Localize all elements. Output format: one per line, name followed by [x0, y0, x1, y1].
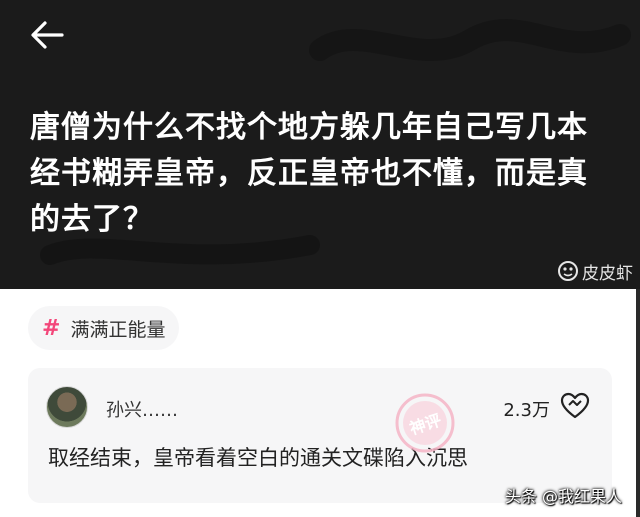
watermark: 头条 @我红果人	[504, 487, 622, 506]
like-icon[interactable]	[560, 392, 590, 420]
comment-username[interactable]: 孙兴……	[106, 396, 178, 422]
screen-edge	[636, 289, 640, 517]
like-count: 2.3万	[503, 400, 550, 421]
avatar[interactable]	[46, 386, 88, 428]
tag-label: 满满正能量	[70, 318, 166, 341]
topic-tag[interactable]: # 满满正能量	[28, 306, 180, 350]
shrimp-logo-icon	[558, 261, 578, 281]
god-comment-stamp: 神评	[395, 393, 455, 453]
back-arrow-icon[interactable]	[30, 20, 64, 50]
brand-logo: 皮皮虾	[557, 258, 633, 284]
brand-name: 皮皮虾	[582, 263, 633, 284]
hashtag-icon: #	[42, 315, 61, 341]
question-header: 唐僧为什么不找个地方躲几年自己写几本经书糊弄皇帝，反正皇帝也不懂，而是真的去了？…	[0, 0, 640, 289]
redaction-scribble	[309, 19, 631, 61]
redaction-scribble	[40, 235, 320, 265]
question-title: 唐僧为什么不找个地方躲几年自己写几本经书糊弄皇帝，反正皇帝也不懂，而是真的去了？	[30, 110, 588, 237]
